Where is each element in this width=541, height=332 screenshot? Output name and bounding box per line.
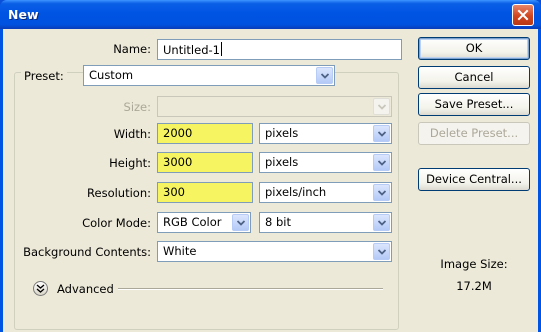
- save-preset-button[interactable]: Save Preset...: [418, 93, 530, 116]
- title-bar[interactable]: New: [0, 0, 541, 29]
- background-contents-label: Background Contents:: [23, 245, 151, 259]
- height-unit-value: pixels: [265, 155, 299, 169]
- double-chevron-down-icon: [36, 284, 45, 293]
- chevron-down-icon[interactable]: [373, 154, 390, 171]
- chevron-down-icon[interactable]: [373, 184, 390, 201]
- resolution-unit-value: pixels/inch: [265, 185, 327, 199]
- width-label: Width:: [113, 127, 151, 141]
- bit-depth-select[interactable]: 8 bit: [259, 212, 392, 233]
- chevron-down-icon[interactable]: [373, 214, 390, 231]
- image-size-value: 17.2M: [456, 279, 492, 293]
- size-label: Size:: [123, 100, 151, 114]
- resolution-input[interactable]: 300: [157, 182, 253, 203]
- device-central-button[interactable]: Device Central...: [418, 168, 530, 191]
- name-label: Name:: [113, 42, 151, 56]
- advanced-divider: [118, 288, 383, 290]
- color-mode-label: Color Mode:: [82, 216, 151, 230]
- close-icon: [517, 9, 529, 21]
- width-input[interactable]: 2000: [157, 123, 253, 144]
- ok-button[interactable]: OK: [418, 37, 530, 60]
- resolution-unit-select[interactable]: pixels/inch: [259, 182, 392, 203]
- cancel-button[interactable]: Cancel: [418, 66, 530, 89]
- background-contents-value: White: [163, 244, 197, 258]
- width-unit-value: pixels: [265, 126, 299, 140]
- chevron-down-icon: [373, 98, 390, 115]
- close-button[interactable]: [512, 4, 534, 26]
- advanced-label[interactable]: Advanced: [57, 282, 114, 296]
- chevron-down-icon[interactable]: [373, 125, 390, 142]
- advanced-toggle-button[interactable]: [33, 281, 48, 296]
- height-label: Height:: [109, 156, 151, 170]
- color-mode-select[interactable]: RGB Color: [157, 212, 251, 233]
- name-input-value: Untitled-1: [163, 43, 220, 57]
- width-input-value: 2000: [163, 126, 193, 140]
- preset-select[interactable]: Custom: [83, 65, 335, 86]
- size-select: [157, 96, 392, 117]
- name-input[interactable]: Untitled-1: [157, 39, 402, 60]
- preset-select-value: Custom: [89, 68, 134, 82]
- chevron-down-icon[interactable]: [373, 243, 390, 260]
- height-input-value: 3000: [163, 155, 193, 169]
- background-contents-select[interactable]: White: [157, 241, 392, 262]
- height-unit-select[interactable]: pixels: [259, 152, 392, 173]
- window-title: New: [8, 7, 39, 22]
- resolution-input-value: 300: [163, 185, 185, 199]
- color-mode-value: RGB Color: [163, 215, 222, 229]
- chevron-down-icon[interactable]: [316, 67, 333, 84]
- preset-label: Preset:: [21, 69, 67, 83]
- height-input[interactable]: 3000: [157, 152, 253, 173]
- new-document-dialog: New Name: Untitled-1 Preset: Custom Size…: [0, 0, 541, 332]
- bit-depth-value: 8 bit: [265, 215, 291, 229]
- width-unit-select[interactable]: pixels: [259, 123, 392, 144]
- dialog-body: Name: Untitled-1 Preset: Custom Size: Wi…: [3, 29, 538, 332]
- image-size-label: Image Size:: [440, 257, 508, 271]
- resolution-label: Resolution:: [87, 186, 151, 200]
- text-caret: [220, 42, 222, 56]
- delete-preset-button: Delete Preset...: [418, 122, 530, 145]
- chevron-down-icon[interactable]: [232, 214, 249, 231]
